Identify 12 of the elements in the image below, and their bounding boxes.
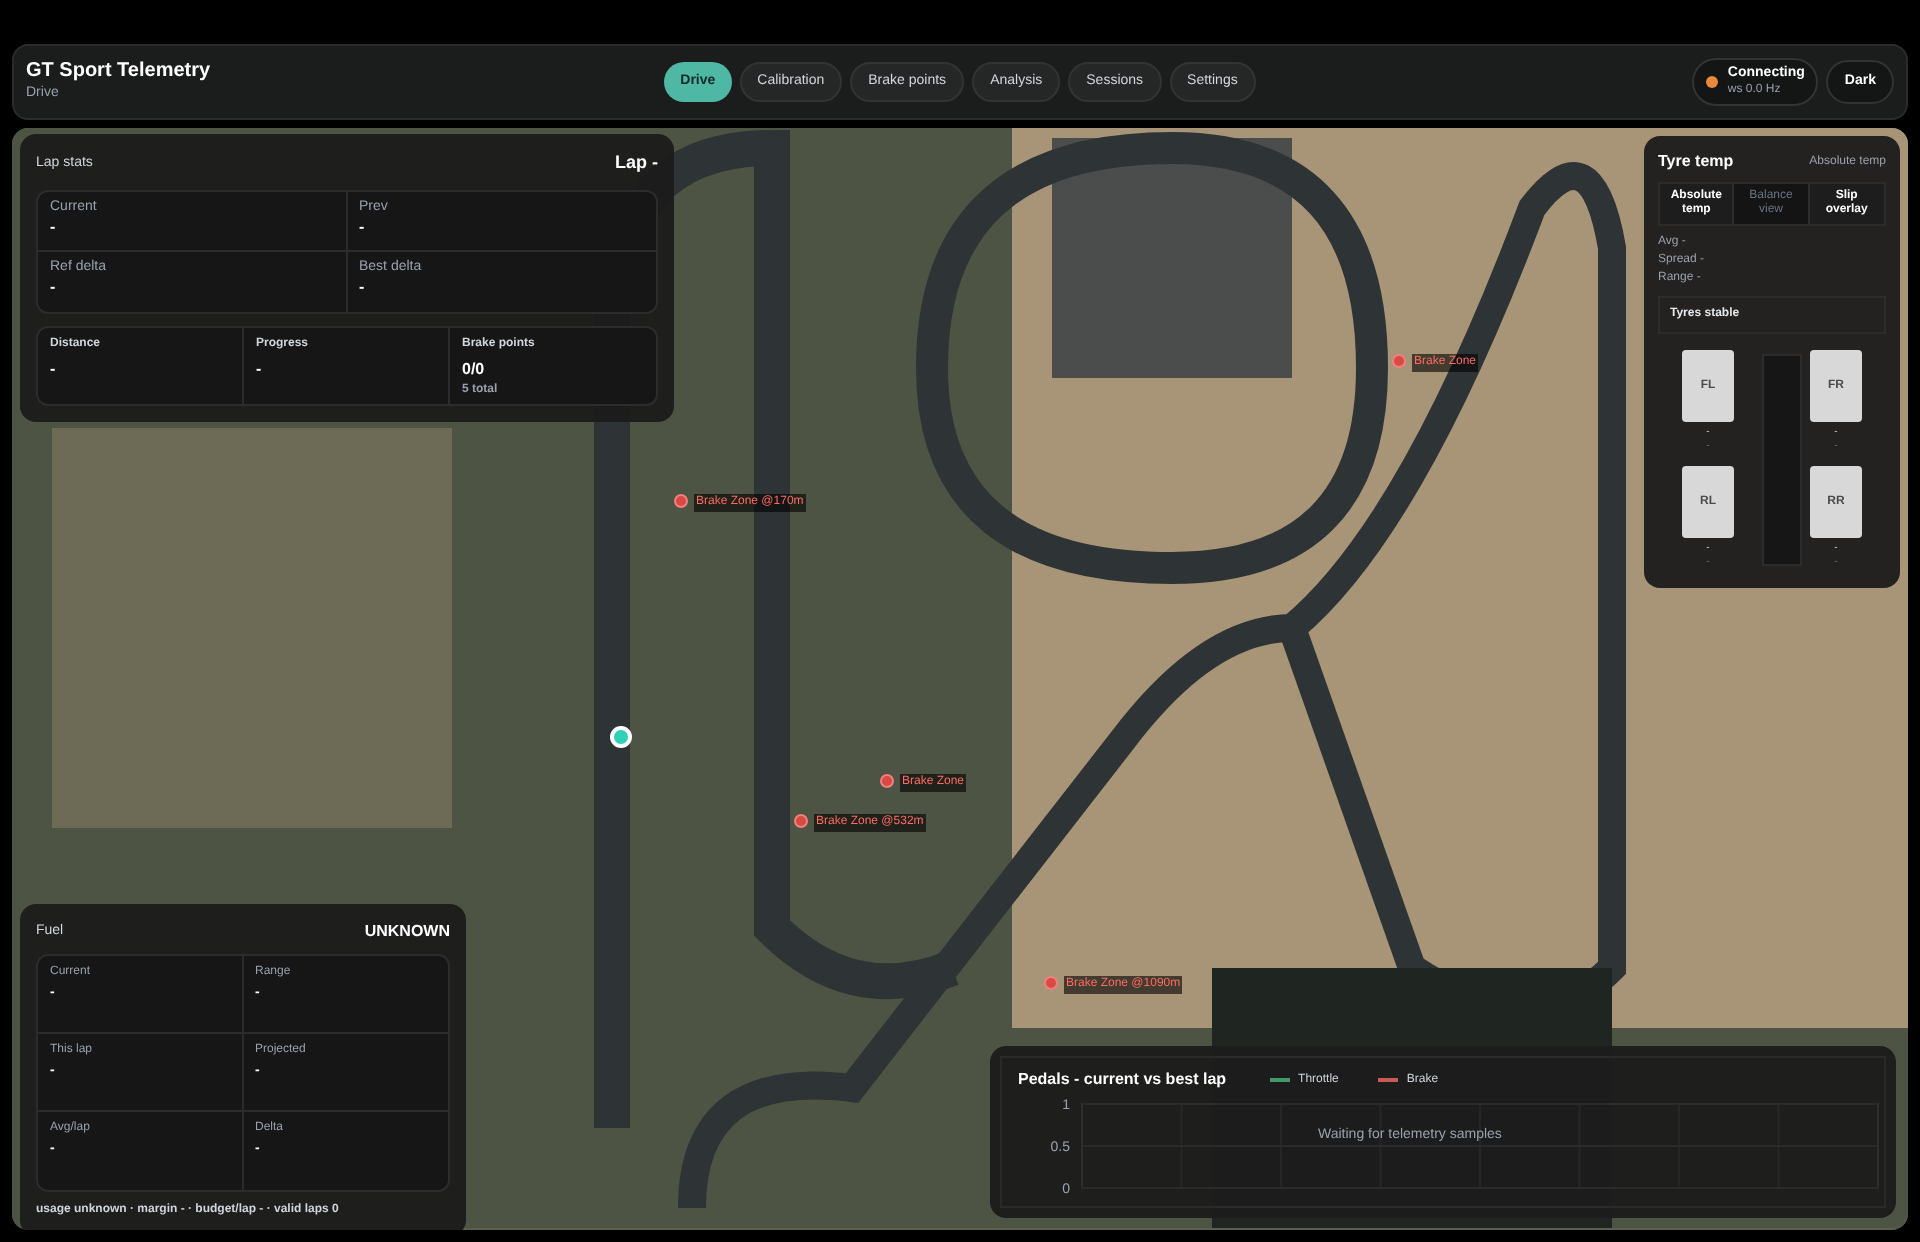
panel-title: Tyre temp: [1658, 150, 1734, 174]
stat-value: -: [359, 219, 367, 235]
lap-number: Lap -: [615, 150, 658, 176]
fuel-status: UNKNOWN: [364, 920, 450, 944]
stat-value: -: [359, 279, 367, 295]
app-title: GT Sport Telemetry: [26, 60, 213, 85]
stat-value: -: [256, 361, 264, 377]
stat-value: 0/0: [462, 361, 487, 377]
chart-title: Pedals - current vs best lap: [1018, 1068, 1227, 1092]
stat-value: -: [50, 361, 58, 377]
stat-value: -: [50, 279, 58, 295]
stat-value: -: [50, 219, 58, 235]
